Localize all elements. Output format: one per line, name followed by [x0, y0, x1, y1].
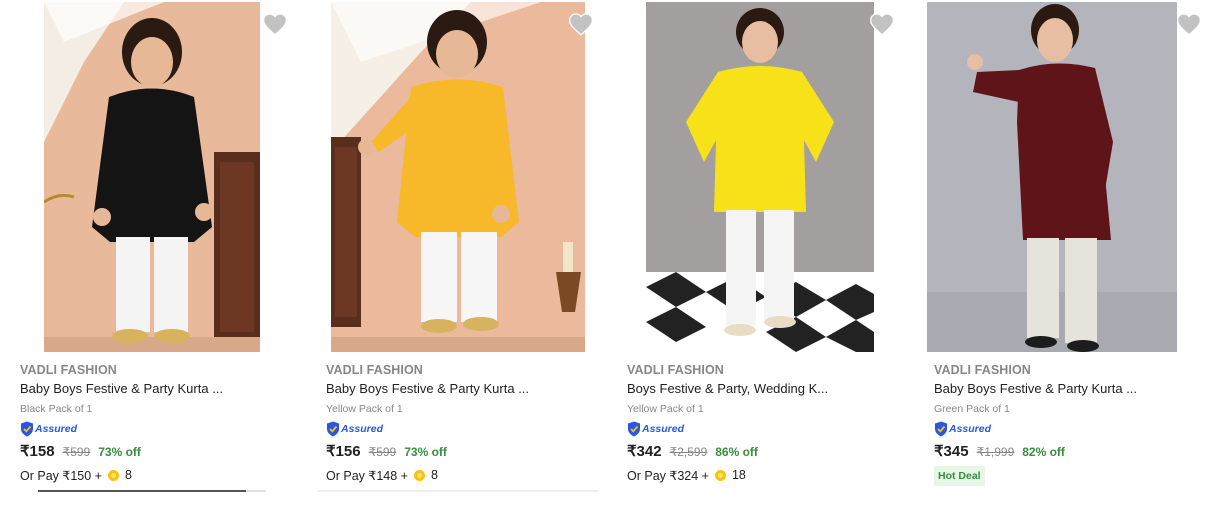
- selling-price: ₹342: [627, 443, 662, 460]
- wishlist-heart-icon[interactable]: [568, 12, 594, 36]
- selling-price: ₹156: [326, 443, 361, 460]
- variant-label: Yellow Pack of 1: [627, 403, 704, 415]
- discount-percent: 82% off: [1022, 445, 1065, 459]
- brand-name: VADLI FASHION: [627, 363, 724, 377]
- product-card-1[interactable]: VADLI FASHION Baby Boys Festive & Party …: [20, 0, 320, 508]
- pay-with-coins-text: Or Pay ₹148 +: [326, 468, 408, 483]
- product-title[interactable]: Baby Boys Festive & Party Kurta ...: [326, 380, 616, 398]
- product-image-2[interactable]: [331, 2, 585, 352]
- assured-badge: Assured: [326, 420, 616, 438]
- assured-shield-icon: [935, 421, 947, 437]
- assured-shield-icon: [327, 421, 339, 437]
- variant-label: Black Pack of 1: [20, 403, 93, 415]
- discount-percent: 73% off: [404, 445, 447, 459]
- supercoin-offer: Or Pay ₹148 + 8: [326, 466, 616, 484]
- assured-shield-icon: [21, 421, 33, 437]
- hot-deal-badge: Hot Deal: [934, 466, 985, 486]
- product-info: VADLI FASHION Baby Boys Festive & Party …: [934, 362, 1224, 486]
- assured-badge: Assured: [20, 420, 310, 438]
- original-price: ₹599: [368, 445, 397, 459]
- product-info: VADLI FASHION Baby Boys Festive & Party …: [326, 362, 616, 484]
- variant-label: Green Pack of 1: [934, 403, 1010, 415]
- wishlist-heart-icon[interactable]: [1176, 12, 1202, 36]
- assured-label: Assured: [949, 423, 992, 435]
- product-title[interactable]: Baby Boys Festive & Party Kurta ...: [934, 380, 1224, 398]
- brand-name: VADLI FASHION: [934, 363, 1031, 377]
- selling-price: ₹345: [934, 443, 969, 460]
- divider-line: [318, 490, 598, 492]
- assured-label: Assured: [341, 423, 384, 435]
- pay-with-coins-text: Or Pay ₹150 +: [20, 468, 102, 483]
- supercoin-icon: [107, 469, 119, 481]
- product-card-3[interactable]: VADLI FASHION Boys Festive & Party, Wedd…: [627, 0, 927, 508]
- product-title[interactable]: Baby Boys Festive & Party Kurta ...: [20, 380, 310, 398]
- divider-line: [246, 490, 266, 492]
- assured-label: Assured: [35, 423, 78, 435]
- original-price: ₹599: [62, 445, 91, 459]
- supercoin-offer: Or Pay ₹150 + 8: [20, 466, 310, 484]
- supercoin-offer: Or Pay ₹324 + 18: [627, 466, 917, 484]
- variant-label: Yellow Pack of 1: [326, 403, 403, 415]
- coin-count: 8: [124, 468, 132, 482]
- supercoin-icon: [714, 469, 726, 481]
- original-price: ₹2,599: [669, 445, 708, 459]
- wishlist-heart-icon[interactable]: [262, 12, 288, 36]
- price-row: ₹345 ₹1,999 82% off: [934, 442, 1224, 462]
- pay-with-coins-text: Or Pay ₹324 +: [627, 468, 709, 483]
- product-card-4[interactable]: VADLI FASHION Baby Boys Festive & Party …: [927, 0, 1224, 508]
- coin-count: 18: [731, 468, 746, 482]
- price-row: ₹342 ₹2,599 86% off: [627, 442, 917, 462]
- product-title[interactable]: Boys Festive & Party, Wedding K...: [627, 380, 917, 398]
- assured-badge: Assured: [934, 420, 1224, 438]
- assured-label: Assured: [642, 423, 685, 435]
- discount-percent: 86% off: [715, 445, 758, 459]
- selling-price: ₹158: [20, 443, 55, 460]
- product-image-1[interactable]: [44, 2, 260, 352]
- product-card-2[interactable]: VADLI FASHION Baby Boys Festive & Party …: [318, 0, 626, 508]
- product-image-3[interactable]: [646, 2, 874, 352]
- divider-line: [38, 490, 246, 492]
- wishlist-heart-icon[interactable]: [869, 12, 895, 36]
- assured-shield-icon: [628, 421, 640, 437]
- product-info: VADLI FASHION Baby Boys Festive & Party …: [20, 362, 310, 484]
- brand-name: VADLI FASHION: [20, 363, 117, 377]
- product-info: VADLI FASHION Boys Festive & Party, Wedd…: [627, 362, 917, 484]
- price-row: ₹158 ₹599 73% off: [20, 442, 310, 462]
- product-image-4[interactable]: [927, 2, 1177, 352]
- assured-badge: Assured: [627, 420, 917, 438]
- supercoin-icon: [413, 469, 425, 481]
- coin-count: 8: [430, 468, 438, 482]
- brand-name: VADLI FASHION: [326, 363, 423, 377]
- discount-percent: 73% off: [98, 445, 141, 459]
- original-price: ₹1,999: [976, 445, 1015, 459]
- price-row: ₹156 ₹599 73% off: [326, 442, 616, 462]
